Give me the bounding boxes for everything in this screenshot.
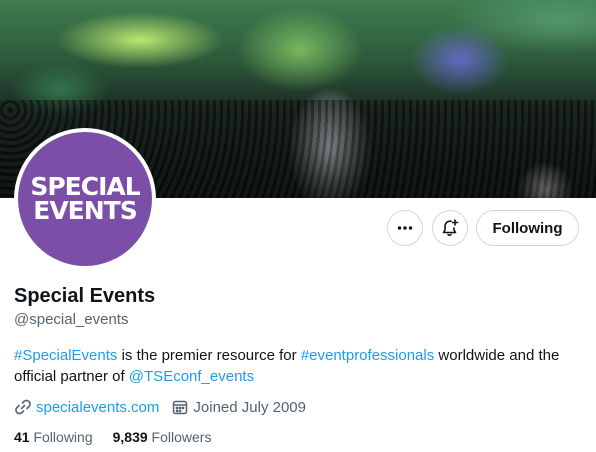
notifications-button[interactable] [432,210,468,246]
profile-bio: #SpecialEvents is the premier resource f… [14,345,574,387]
avatar[interactable]: SPECIAL EVENTS [14,128,156,270]
followers-label: Followers [151,429,212,445]
followers-count: 9,839 [112,429,148,445]
followers-count-link[interactable]: 9,839 Followers [113,429,212,445]
following-button[interactable]: Following [476,210,579,246]
hashtag-special-events[interactable]: #SpecialEvents [14,347,117,364]
profile-stats: 41 Following 9,839 Followers [14,429,231,445]
joined-item: Joined July 2009 [171,398,306,416]
website-item: specialevents.com [14,398,159,416]
calendar-icon [173,400,188,415]
link-icon [15,399,31,415]
mention-tseconf-events[interactable]: @TSEconf_events [129,368,254,385]
following-count: 41 [14,429,30,445]
avatar-logo: SPECIAL EVENTS [18,132,152,266]
profile-meta: specialevents.com Joined July 2009 [14,398,318,416]
following-label: Following [33,429,93,445]
more-button[interactable] [387,210,423,246]
bio-text-1: is the premier resource for [117,347,301,364]
bell-plus-icon [442,219,459,237]
profile-handle: @special_events [14,311,129,328]
ellipsis-icon [397,226,413,230]
website-link[interactable]: specialevents.com [36,399,159,416]
hashtag-event-professionals[interactable]: #eventprofessionals [301,347,434,364]
avatar-logo-line2: EVENTS [33,196,137,225]
joined-date: Joined July 2009 [193,398,306,416]
following-count-link[interactable]: 41 Following [14,429,93,445]
profile-name: Special Events [14,285,156,307]
